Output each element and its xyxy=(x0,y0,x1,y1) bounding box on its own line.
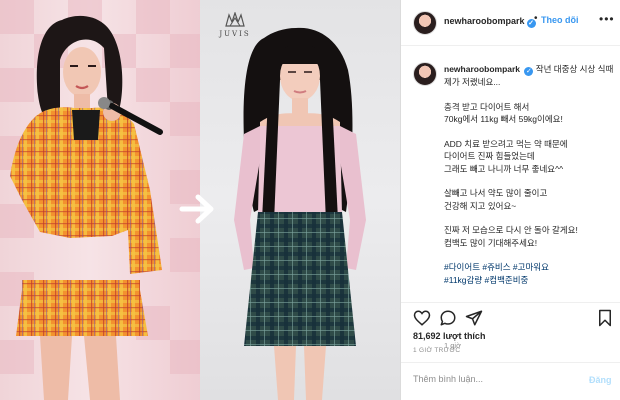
instagram-post-window: JUVIS newharoobompark ✓ • Theo dõi ••• ne… xyxy=(0,0,620,400)
comment-icon[interactable] xyxy=(439,309,457,327)
caption-line: ADD 치료 받으려고 먹는 약 때문에 다이어트 진짜 힘들었는데 그래도 빼… xyxy=(444,138,568,174)
arrow-right-icon xyxy=(179,194,214,224)
caption-username[interactable]: newharoobompark xyxy=(444,64,520,74)
caption-section: newharoobompark ✓ 작년 대중상 시상 식때 제가 저랬네요..… xyxy=(401,54,620,350)
caption-line: 살빼고 나서 약도 많이 줄이고 건강해 지고 있어요~ xyxy=(444,188,548,211)
caption-text: newharoobompark ✓ 작년 대중상 시상 식때 제가 저랬네요..… xyxy=(444,63,616,298)
username-text[interactable]: newharoobompark xyxy=(444,16,525,26)
bookmark-icon[interactable] xyxy=(597,309,613,327)
crown-icon xyxy=(225,12,245,27)
caption-hashtags[interactable]: #다이어트 #쥬비스 #고마워요 #11kg감량 #컴백준비중 xyxy=(444,261,616,286)
likes-count[interactable]: 81,692 lượt thích xyxy=(413,331,485,341)
separator-dot: • xyxy=(534,13,538,24)
heart-icon[interactable] xyxy=(413,309,431,327)
follow-button[interactable]: Theo dõi xyxy=(541,15,579,25)
more-options-icon[interactable]: ••• xyxy=(599,12,615,26)
post-sidebar: newharoobompark ✓ • Theo dõi ••• newharoo… xyxy=(400,0,620,400)
post-header: newharoobompark ✓ • Theo dõi ••• xyxy=(401,0,620,46)
verified-badge-icon: ✓ xyxy=(524,67,534,76)
comment-bar: Đăng xyxy=(401,362,620,400)
post-photo[interactable]: JUVIS xyxy=(0,0,400,400)
avatar[interactable] xyxy=(413,62,437,86)
brand-name: JUVIS xyxy=(219,30,251,38)
share-icon[interactable] xyxy=(465,309,483,327)
action-bar xyxy=(401,302,620,332)
post-comment-button[interactable]: Đăng xyxy=(589,375,612,385)
caption-line: 진짜 저 모습으로 다시 안 돌아 갈게요! 컴백도 많이 기대해주세요! xyxy=(444,225,578,248)
comment-input[interactable] xyxy=(413,374,573,384)
header-username[interactable]: newharoobompark ✓ xyxy=(444,16,536,28)
brand-logo: JUVIS xyxy=(205,12,265,38)
before-photo xyxy=(0,0,204,400)
post-timestamp[interactable]: 1 GIỜ TRƯỚC xyxy=(413,347,460,354)
caption-line: 충격 받고 다이어트 해서 70kg에서 11kg 빼서 59kg이에요! xyxy=(444,101,563,125)
avatar[interactable] xyxy=(413,11,437,35)
after-photo xyxy=(200,0,400,400)
